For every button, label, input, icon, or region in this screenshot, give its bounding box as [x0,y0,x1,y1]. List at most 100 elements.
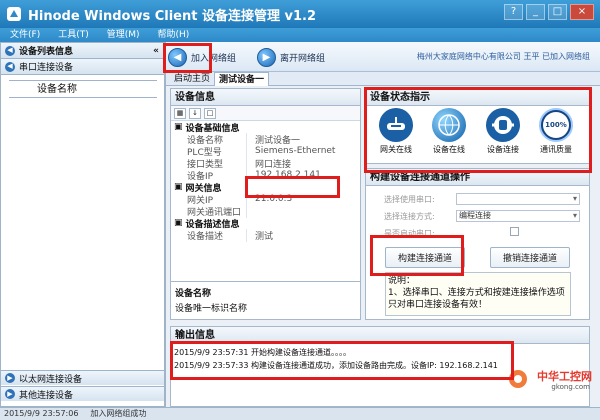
help-button[interactable]: ? [504,4,523,20]
expand-basic-icon: ▣ [174,122,183,132]
connection-mode-field: 选择连接方式: 编程连接 [384,210,580,222]
connection-mode-label: 选择连接方式: [384,211,435,221]
title-bar: Hinode Windows Client 设备连接管理 v1.2 ? _ □ … [0,0,600,28]
status-message: 加入网络组成功 [90,409,147,418]
device-info-panel: 设备信息 ▦ ↓ □ ▣ 设备基础信息 设备名称 测试设备一 PLC型号 Siemen… [170,88,361,320]
plug-connection-icon [486,108,520,142]
connection-mode-select[interactable]: 编程连接 [456,210,580,222]
gateway-ip-value: 21.0.0.3 [255,194,293,204]
leave-network-group-button[interactable]: ▶ 离开网络组 [257,45,335,69]
build-channel-button[interactable]: 构建连接通道 [385,247,465,268]
communication-quality-label: 通讯质量 [540,145,572,154]
panel-splitter[interactable] [165,42,166,407]
expand-gateway-icon: ▣ [174,182,183,192]
watermark-brand: 中华工控网 [537,370,592,383]
gateway-info-group[interactable]: ▣ 网关信息 [171,181,360,194]
property-pages-icon[interactable]: □ [204,107,216,119]
property-row-description[interactable]: 设备描述 测试 [171,228,360,242]
other-section-header[interactable]: ▶ 其他连接设备 [1,386,164,401]
menu-file[interactable]: 文件(F) [10,28,40,42]
instruction-note: 说明： 1、选择串口、连接方式和按建连接操作选项只对串口连接设备有效！ [385,272,571,316]
expand-description-icon: ▣ [174,218,183,228]
watermark-gear-icon [509,370,527,388]
minimize-button[interactable]: _ [526,4,545,20]
property-row-gateway-ip[interactable]: 网关IP 21.0.0.3 [171,192,360,206]
serial-port-select[interactable] [456,193,580,205]
property-row-gateway-port[interactable]: 网关通讯端口 [171,204,360,218]
property-row-device-ip[interactable]: 设备IP 192.168.2.141 [171,168,360,182]
plc-model-value: Siemens-Ethernet [255,146,336,156]
menu-tools[interactable]: 工具(T) [58,28,89,42]
ethernet-section-header[interactable]: ▶ 以太网连接设备 [1,370,164,385]
join-network-icon: ◀ [168,47,187,67]
device-list-title: 设备列表信息 [19,47,74,57]
globe-device-online-icon [432,108,466,142]
watermark: 中华工控网 gkong.com [505,366,594,396]
leave-network-label: 离开网络组 [280,53,326,64]
left-device-panel: ◀ 设备列表信息 « ◀ 串口连接设备 设备名称 ▶ 以太网连接设备 ▶ 其他连… [0,42,165,407]
close-button[interactable]: × [570,4,594,20]
sort-az-icon[interactable]: ↓ [189,107,201,119]
output-info-title: 输出信息 [171,327,589,344]
description-value: 测试 [255,231,274,242]
property-description-box: 设备名称 设备唯一标识名称 [171,281,360,319]
property-row-plc-model[interactable]: PLC型号 Siemens-Ethernet [171,144,360,158]
property-description-title: 设备名称 [175,289,212,299]
plug-icon [492,116,514,134]
interface-value: 网口连接 [255,159,292,170]
device-name-column-header: 设备名称 [9,80,157,98]
basic-info-group[interactable]: ▣ 设备基础信息 [171,121,360,134]
property-row-interface[interactable]: 接口类型 网口连接 [171,156,360,170]
property-description-text: 设备唯一标识名称 [175,304,248,314]
network-group-status-link[interactable]: 梅州大家庭网络中心有限公司 王平 已加入网络组 [417,51,590,62]
join-network-group-button[interactable]: ◀ 加入网络组 [168,45,246,69]
device-status-title: 设备状态指示 [366,89,589,106]
tab-test-device-one[interactable]: 测试设备一 [214,72,270,86]
window-controls: ? _ □ × [504,4,594,20]
device-info-title: 设备信息 [171,89,360,106]
app-icon [7,7,21,21]
connection-channel-panel: 构建设备连接通道操作 选择使用串口: 选择连接方式: 编程连接 是否启动串口: … [365,168,590,320]
device-connection-label: 设备连接 [487,145,519,154]
collapse-icon[interactable]: « [153,46,159,56]
communication-quality-status: 100% 通讯质量 [534,107,578,155]
quality-value: 100% [543,112,569,138]
description-key: 设备描述 [171,228,247,242]
maximize-button[interactable]: □ [548,4,567,20]
window-title: Hinode Windows Client 设备连接管理 v1.2 [28,9,317,24]
other-section-title: 其他连接设备 [19,390,74,401]
enable-serial-checkbox[interactable] [510,227,519,236]
device-online-label: 设备在线 [433,145,465,154]
serial-port-field: 选择使用串口: [384,193,580,205]
connection-channel-title: 构建设备连接通道操作 [366,169,589,186]
property-row-device-name[interactable]: 设备名称 测试设备一 [171,132,360,146]
device-name-value: 测试设备一 [255,135,301,146]
description-info-group[interactable]: ▣ 设备描述信息 [171,217,360,230]
enable-serial-field: 是否启动串口: [384,227,580,239]
cancel-channel-button[interactable]: 撤销连接通道 [490,247,570,268]
device-list-icon: ◀ [5,45,15,56]
gateway-online-icon [379,108,413,142]
gateway-online-label: 网关在线 [380,145,412,154]
property-toolbar: ▦ ↓ □ [171,106,360,121]
status-time: 2015/9/9 23:57:06 [4,409,79,418]
router-icon [387,117,405,130]
gateway-online-status: 网关在线 [374,107,418,155]
device-ip-value: 192.168.2.141 [255,170,321,180]
categorized-view-icon[interactable]: ▦ [174,107,186,119]
ethernet-section-title: 以太网连接设备 [19,374,83,385]
output-log-line: 2015/9/9 23:57:31 开始构建设备连接通道。。。。 [174,348,351,357]
quality-meter-icon: 100% [539,108,573,142]
device-list-header: ◀ 设备列表信息 « [1,43,164,59]
document-tabs: 启动主页 测试设备一 [166,72,600,86]
tab-home[interactable]: 启动主页 [170,72,214,86]
serial-section-icon: ◀ [5,61,15,72]
device-connection-status: 设备连接 [481,107,525,155]
globe-icon [438,114,460,136]
serial-section-header[interactable]: ◀ 串口连接设备 [1,59,164,75]
device-status-panel: 设备状态指示 网关在线 设备在线 设备连接 100% 通讯质量 [365,88,590,164]
menu-manage[interactable]: 管理(M) [107,28,140,42]
menu-help[interactable]: 帮助(H) [158,28,190,42]
device-online-status: 设备在线 [427,107,471,155]
status-bar: 2015/9/9 23:57:06 加入网络组成功 [0,407,600,420]
